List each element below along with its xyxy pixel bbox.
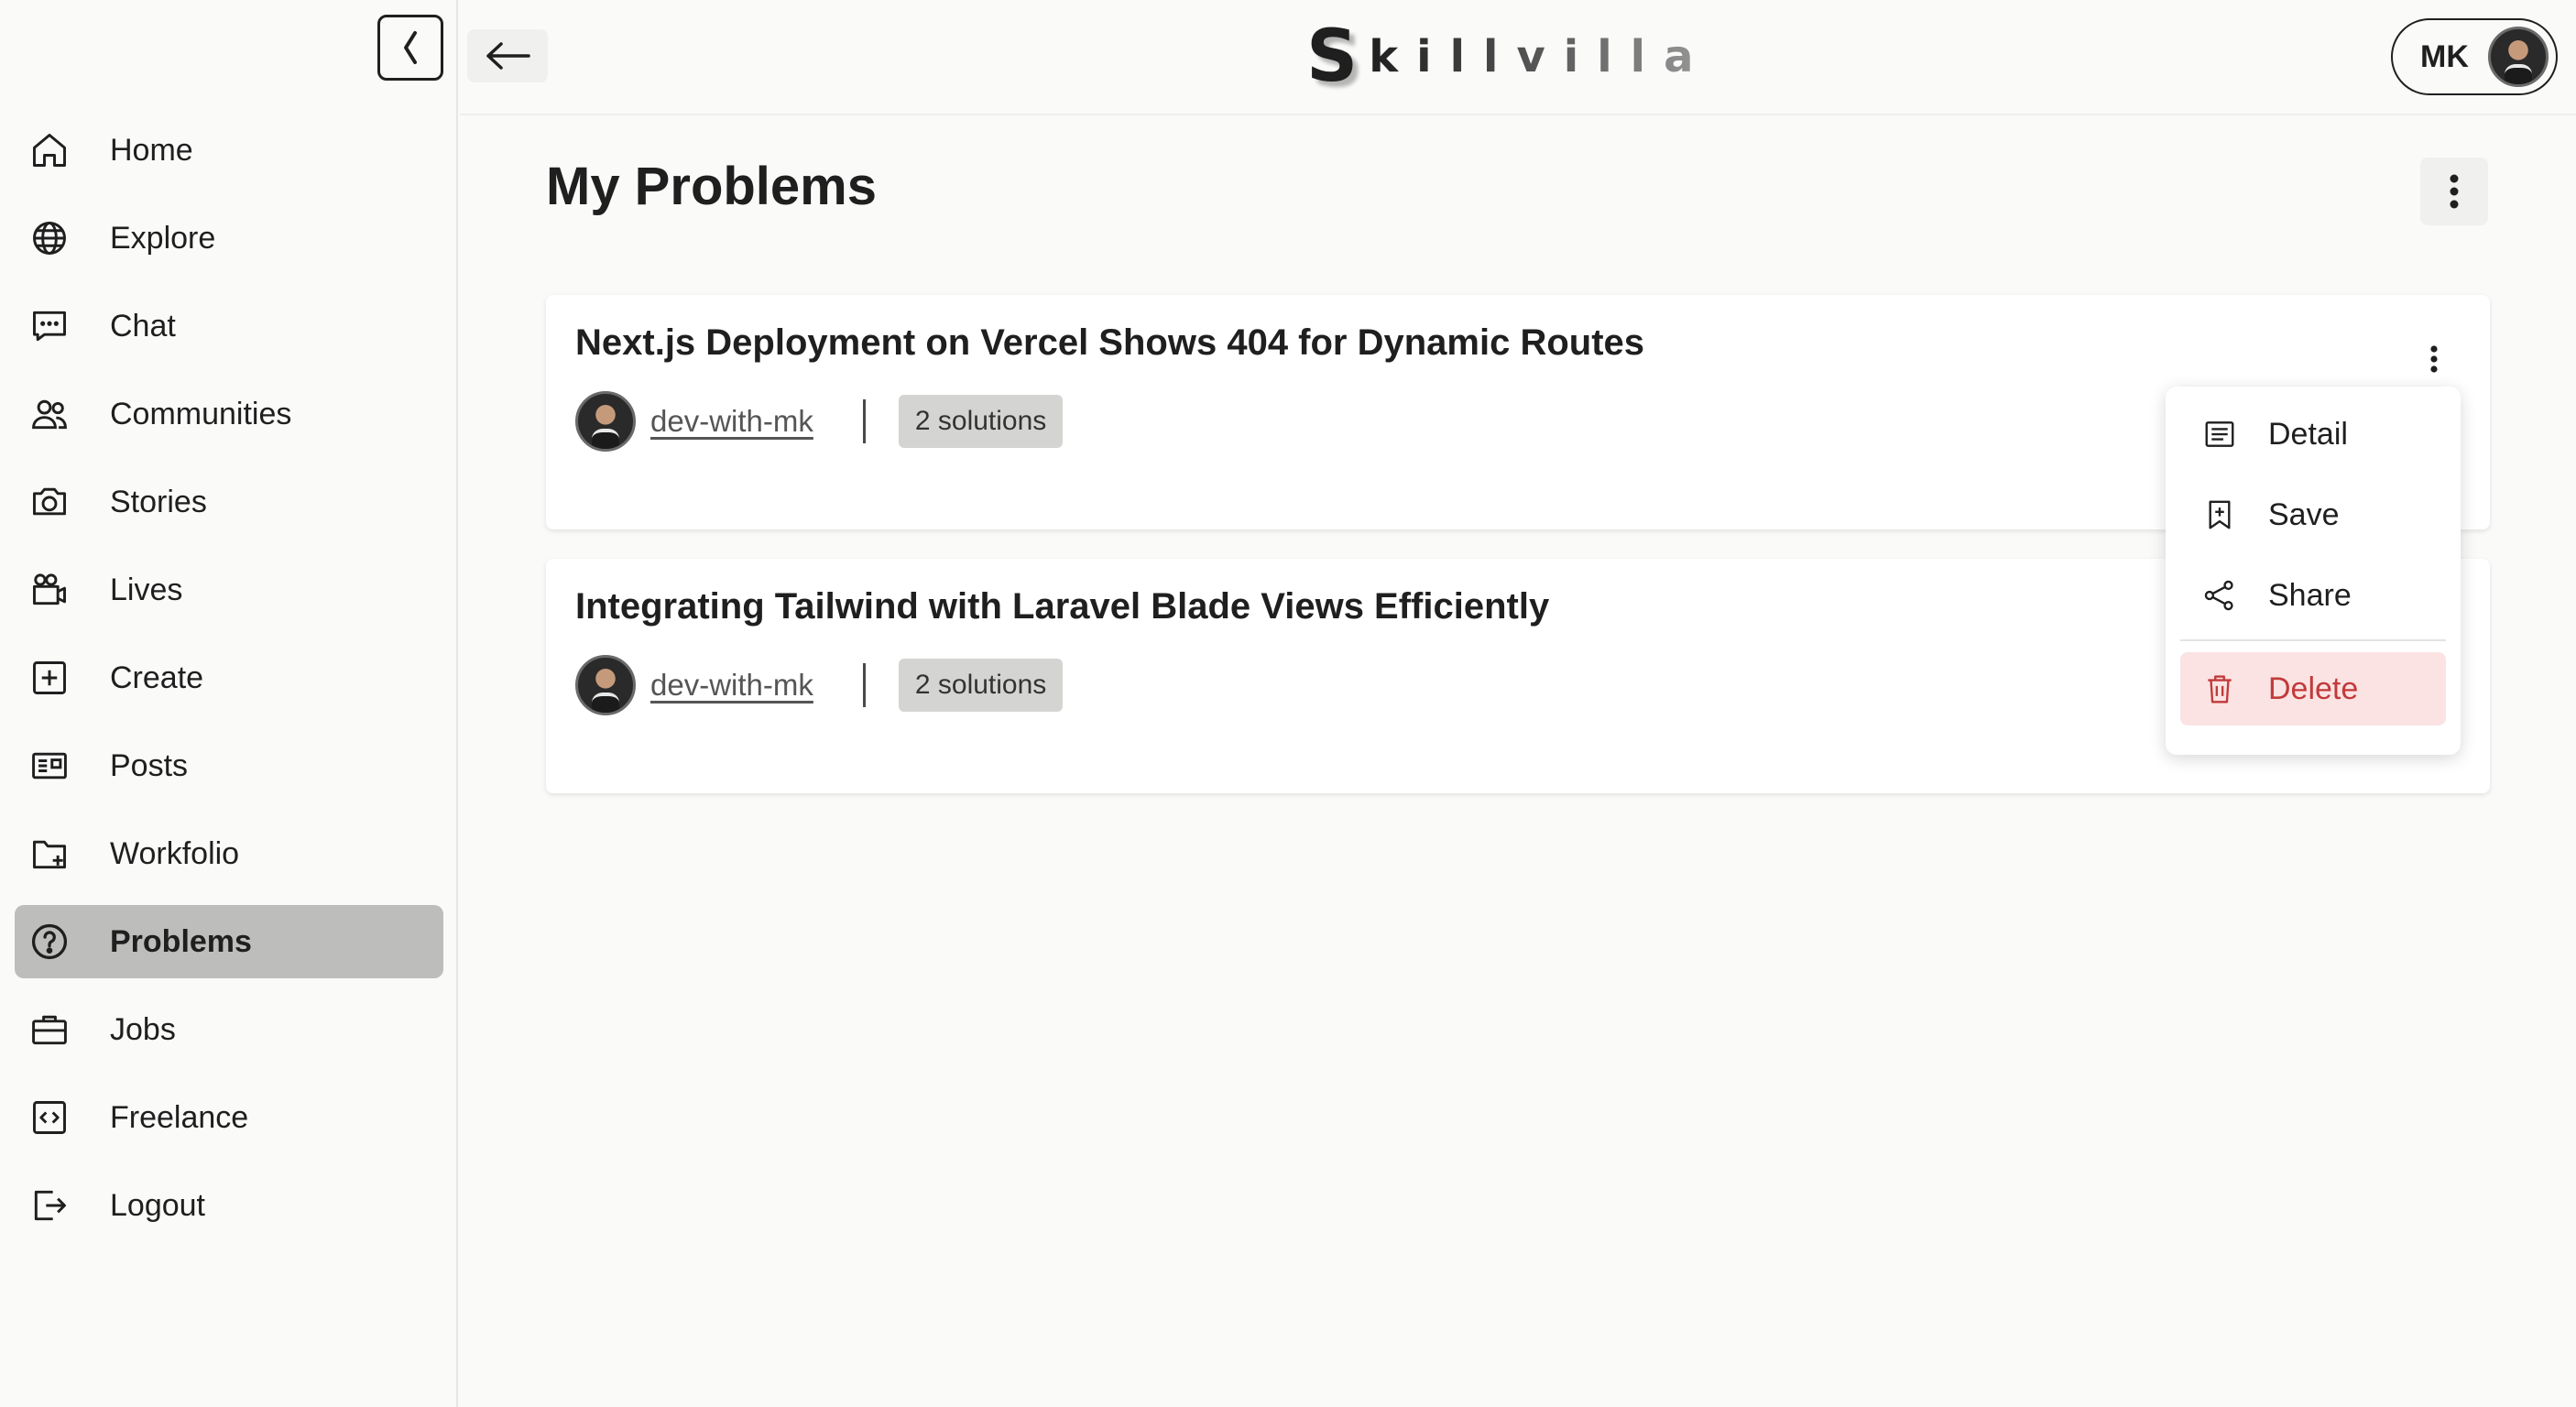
chevron-left-icon <box>404 31 417 64</box>
sidebar-item-home[interactable]: Home <box>15 114 443 187</box>
sidebar-item-communities[interactable]: Communities <box>15 377 443 451</box>
sidebar-item-jobs[interactable]: Jobs <box>15 993 443 1066</box>
skillvilla-logo[interactable]: S killvilla <box>1306 16 1712 98</box>
menu-item-label: Detail <box>2268 416 2348 452</box>
page-options-button[interactable] <box>2420 158 2488 225</box>
sidebar-item-freelance[interactable]: Freelance <box>15 1081 443 1154</box>
sidebar-item-label: Create <box>110 660 204 695</box>
sidebar-item-logout[interactable]: Logout <box>15 1169 443 1242</box>
sidebar-item-label: Freelance <box>110 1099 249 1135</box>
sidebar-item-stories[interactable]: Stories <box>15 465 443 539</box>
kebab-menu-icon <box>2450 174 2459 209</box>
avatar <box>2488 27 2549 87</box>
menu-item-delete[interactable]: Delete <box>2180 652 2446 725</box>
logo-wordmark: killvilla <box>1369 31 1712 82</box>
menu-divider <box>2180 639 2446 641</box>
menu-item-label: Delete <box>2268 671 2359 706</box>
collapse-sidebar-button[interactable] <box>377 15 443 81</box>
globe-icon <box>27 216 71 260</box>
menu-item-label: Save <box>2268 496 2340 532</box>
share-icon <box>2204 580 2233 611</box>
sidebar: Home Explore Chat Communities Stories Li… <box>0 0 458 1407</box>
problem-title[interactable]: Integrating Tailwind with Laravel Blade … <box>575 586 1549 627</box>
logout-icon <box>27 1183 71 1227</box>
solutions-badge: 2 solutions <box>898 659 1064 712</box>
back-button[interactable] <box>467 29 548 82</box>
problem-meta: dev-with-mk 2 solutions <box>575 654 1064 716</box>
menu-item-label: Share <box>2268 577 2352 613</box>
arrow-left-icon <box>486 42 530 70</box>
sidebar-item-label: Logout <box>110 1187 205 1223</box>
sidebar-item-label: Posts <box>110 747 189 783</box>
sidebar-item-label: Home <box>110 132 193 168</box>
video-icon <box>27 568 71 612</box>
sidebar-item-label: Lives <box>110 572 183 607</box>
sidebar-item-label: Stories <box>110 484 207 519</box>
sidebar-item-workfolio[interactable]: Workfolio <box>15 817 443 890</box>
logo-initial: S <box>1306 16 1359 98</box>
sidebar-item-label: Chat <box>110 308 176 344</box>
sidebar-item-lives[interactable]: Lives <box>15 553 443 627</box>
avatar <box>575 655 636 715</box>
problem-title[interactable]: Next.js Deployment on Vercel Shows 404 f… <box>575 322 1644 364</box>
menu-item-share[interactable]: Share <box>2180 559 2446 632</box>
news-icon <box>27 744 71 788</box>
sidebar-item-label: Jobs <box>110 1011 176 1047</box>
sidebar-item-explore[interactable]: Explore <box>15 202 443 275</box>
detail-icon <box>2205 421 2234 447</box>
chat-icon <box>27 304 71 348</box>
author-link[interactable]: dev-with-mk <box>650 668 813 703</box>
plus-square-icon <box>27 656 71 700</box>
user-menu-button[interactable]: MK <box>2391 18 2558 95</box>
sidebar-nav: Home Explore Chat Communities Stories Li… <box>15 114 443 1257</box>
kebab-menu-icon <box>2430 345 2438 373</box>
author-link[interactable]: dev-with-mk <box>650 404 813 439</box>
problem-context-menu: Detail Save Share Delete <box>2166 387 2461 755</box>
sidebar-item-label: Communities <box>110 396 292 431</box>
folder-plus-icon <box>27 832 71 876</box>
camera-icon <box>27 480 71 524</box>
question-icon <box>27 920 71 964</box>
sidebar-item-chat[interactable]: Chat <box>15 289 443 363</box>
code-icon <box>27 1096 71 1140</box>
sidebar-item-label: Workfolio <box>110 835 240 871</box>
user-initials: MK <box>2420 38 2469 74</box>
sidebar-item-create[interactable]: Create <box>15 641 443 714</box>
divider <box>862 663 866 707</box>
trash-icon <box>2208 675 2232 704</box>
menu-item-detail[interactable]: Detail <box>2180 398 2446 471</box>
bookmark-plus-icon <box>2209 500 2231 529</box>
sidebar-item-label: Problems <box>110 923 252 959</box>
solutions-badge: 2 solutions <box>898 395 1064 448</box>
briefcase-icon <box>27 1008 71 1052</box>
home-icon <box>27 128 71 172</box>
sidebar-item-label: Explore <box>110 220 216 256</box>
page-title: My Problems <box>546 157 877 216</box>
problem-options-button[interactable] <box>2420 341 2448 377</box>
sidebar-item-posts[interactable]: Posts <box>15 729 443 802</box>
sidebar-item-problems[interactable]: Problems <box>15 905 443 978</box>
users-icon <box>27 392 71 436</box>
avatar <box>575 391 636 452</box>
problem-meta: dev-with-mk 2 solutions <box>575 390 1064 453</box>
divider <box>862 399 866 443</box>
menu-item-save[interactable]: Save <box>2180 478 2446 551</box>
top-bar: S killvilla MK <box>460 0 2576 115</box>
